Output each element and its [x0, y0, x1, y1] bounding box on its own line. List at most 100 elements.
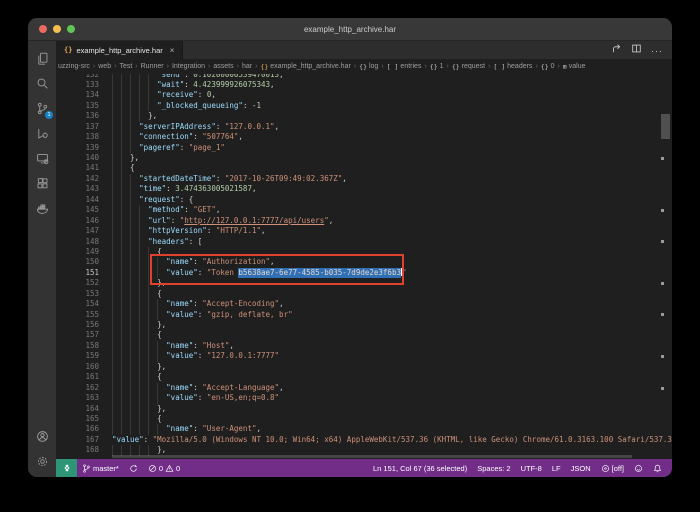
- code-line[interactable]: 146"url": "http://127.0.0.1:7777/api/use…: [56, 216, 672, 226]
- warnings-icon: [165, 464, 174, 473]
- code-token: "User-Agent": [202, 424, 256, 434]
- code-line[interactable]: 167"value": "Mozilla/5.0 (Windows NT 10.…: [56, 435, 672, 445]
- breadcrumb-item[interactable]: Integration: [172, 63, 205, 70]
- breadcrumb-item[interactable]: Test: [119, 63, 132, 70]
- breadcrumb-item[interactable]: [ ]entries: [387, 63, 422, 71]
- code-token: ,: [279, 299, 284, 309]
- code-token: ,: [270, 80, 275, 90]
- activity-bar-item-search[interactable]: [28, 71, 56, 96]
- indent-guides: [112, 362, 157, 372]
- code-line[interactable]: 144"request": {: [56, 195, 672, 205]
- breadcrumb-item[interactable]: {}request: [452, 63, 485, 71]
- feedback-button[interactable]: [629, 464, 648, 473]
- breadcrumb-item[interactable]: {}log: [359, 63, 378, 71]
- code-line[interactable]: 166"name": "User-Agent",: [56, 424, 672, 434]
- code-line[interactable]: 165{: [56, 414, 672, 424]
- line-number: 165: [56, 414, 112, 424]
- code-token: "url": [148, 216, 171, 226]
- code-line[interactable]: 133"wait": 4.423999926075343,: [56, 80, 672, 90]
- breadcrumb-item[interactable]: har: [242, 63, 252, 70]
- minimize-window-button[interactable]: [53, 25, 61, 33]
- vertical-scrollbar[interactable]: [661, 114, 670, 139]
- code-line[interactable]: 143"time": 3.474363005021587,: [56, 184, 672, 194]
- search-icon: [36, 77, 49, 90]
- breadcrumb-item[interactable]: {}1: [430, 63, 444, 71]
- code-token: "time": [139, 184, 166, 194]
- code-line[interactable]: 155"value": "gzip, deflate, br": [56, 310, 672, 320]
- code-line[interactable]: 142"startedDateTime": "2017-10-26T09:49:…: [56, 174, 672, 184]
- notifications-button[interactable]: [648, 464, 667, 473]
- code-line[interactable]: 139"pageref": "page_1": [56, 143, 672, 153]
- indent-guides: [112, 184, 139, 194]
- breadcrumb-item[interactable]: assets: [213, 63, 233, 70]
- code-line[interactable]: 137"serverIPAddress": "127.0.0.1",: [56, 122, 672, 132]
- activity-bar-item-extensions[interactable]: [28, 171, 56, 196]
- code-token: :: [198, 310, 207, 320]
- line-number: 136: [56, 111, 112, 121]
- code-line[interactable]: 161{: [56, 372, 672, 382]
- more-actions-button[interactable]: ···: [651, 41, 663, 59]
- code-line[interactable]: 145"method": "GET",: [56, 205, 672, 215]
- code-line[interactable]: 141{: [56, 163, 672, 173]
- breadcrumb-item[interactable]: uzzing-src: [58, 63, 90, 70]
- code-token: "receive": [157, 90, 198, 100]
- title-bar[interactable]: example_http_archive.har: [28, 18, 672, 41]
- breadcrumb-item[interactable]: Runner: [141, 63, 164, 70]
- activity-bar-item-settings-gear[interactable]: [28, 449, 56, 474]
- activity-bar-item-docker[interactable]: [28, 196, 56, 221]
- breadcrumb-item[interactable]: {}0: [541, 63, 555, 71]
- code-line[interactable]: 140},: [56, 153, 672, 163]
- git-branch-status[interactable]: master*: [77, 464, 124, 473]
- breadcrumb-item[interactable]: {}example_http_archive.har: [260, 63, 350, 71]
- breadcrumb-item[interactable]: [ ]headers: [493, 63, 532, 71]
- indent-guides: [112, 237, 148, 247]
- code-line[interactable]: 158"name": "Host",: [56, 341, 672, 351]
- breadcrumb: uzzing-src›web›Test›Runner›Integration›a…: [56, 59, 672, 74]
- tab-example-http-archive[interactable]: {} example_http_archive.har ×: [56, 41, 183, 59]
- split-editor-button[interactable]: [631, 41, 642, 59]
- code-line[interactable]: 134"receive": 0,: [56, 90, 672, 100]
- close-tab-icon[interactable]: ×: [170, 46, 175, 55]
- code-line[interactable]: 159"value": "127.0.0.1:7777": [56, 351, 672, 361]
- language-mode-status[interactable]: JSON: [566, 464, 596, 473]
- docker-icon: [36, 202, 49, 215]
- cursor-position-status[interactable]: Ln 151, Col 67 (36 selected): [368, 464, 472, 473]
- activity-bar-item-source-control[interactable]: 1: [28, 96, 56, 121]
- code-line[interactable]: 148"headers": [: [56, 237, 672, 247]
- horizontal-scrollbar[interactable]: [112, 455, 632, 458]
- breadcrumb-label: 0: [551, 63, 555, 70]
- code-line[interactable]: 162"name": "Accept-Language",: [56, 383, 672, 393]
- code-editor[interactable]: 132"send": 0.10200000539470013,133"wait"…: [56, 74, 672, 459]
- code-line[interactable]: 138"connection": "507764",: [56, 132, 672, 142]
- code-line[interactable]: 164},: [56, 404, 672, 414]
- problems-status[interactable]: 0 0: [143, 464, 185, 473]
- code-line[interactable]: 163"value": "en-US,en;q=0.8": [56, 393, 672, 403]
- indentation-status[interactable]: Spaces: 2: [472, 464, 515, 473]
- code-line[interactable]: 153{: [56, 289, 672, 299]
- zoom-window-button[interactable]: [67, 25, 75, 33]
- open-changes-button[interactable]: [611, 41, 622, 59]
- code-token: :: [193, 341, 202, 351]
- code-line[interactable]: 135"_blocked_queueing": -1: [56, 101, 672, 111]
- activity-bar-item-explorer[interactable]: [28, 46, 56, 71]
- sync-status[interactable]: [124, 464, 143, 473]
- activity-bar-item-run-debug[interactable]: [28, 121, 56, 146]
- code-line[interactable]: 154"name": "Accept-Encoding",: [56, 299, 672, 309]
- breadcrumb-item[interactable]: ⊞value: [563, 63, 586, 71]
- encoding-status[interactable]: UTF-8: [516, 464, 547, 473]
- breadcrumb-item[interactable]: web: [98, 63, 111, 70]
- git-branch-icon: [82, 464, 91, 473]
- close-window-button[interactable]: [39, 25, 47, 33]
- code-line[interactable]: 136},: [56, 111, 672, 121]
- code-line[interactable]: 156},: [56, 320, 672, 330]
- code-token: "value": [166, 393, 198, 403]
- remote-indicator[interactable]: [56, 459, 77, 477]
- code-line[interactable]: 157{: [56, 330, 672, 340]
- activity-bar-item-account[interactable]: [28, 424, 56, 449]
- activity-bar-bottom: [28, 424, 56, 477]
- activity-bar-item-remote-explorer[interactable]: [28, 146, 56, 171]
- screencast-mode-status[interactable]: [off]: [596, 464, 629, 473]
- eol-status[interactable]: LF: [547, 464, 566, 473]
- code-line[interactable]: 160},: [56, 362, 672, 372]
- code-line[interactable]: 147"httpVersion": "HTTP/1.1",: [56, 226, 672, 236]
